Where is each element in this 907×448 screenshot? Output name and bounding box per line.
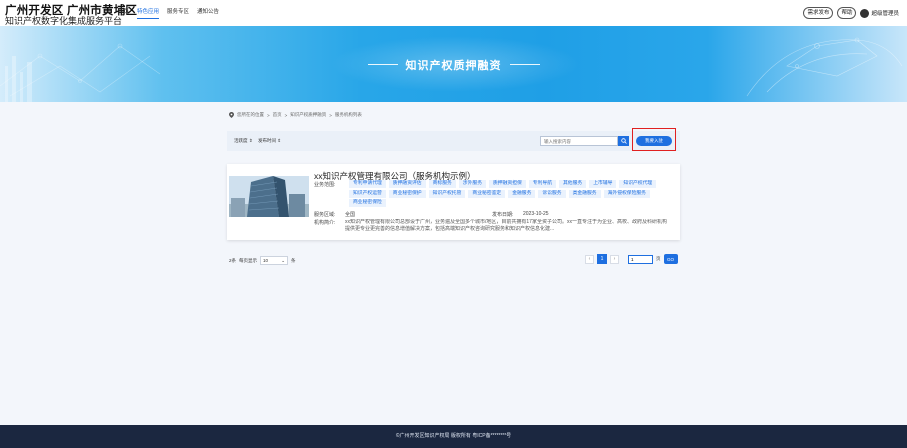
scope-tag[interactable]: 商业秘密保护: [388, 189, 426, 198]
business-scope-label: 业务范围:: [314, 182, 336, 188]
scope-tag[interactable]: 类金融服务: [568, 189, 601, 198]
filter-bar: 活跃度 ⇕ 发布时间 ⇕ 我要入驻: [227, 128, 680, 151]
scope-tag[interactable]: 专利导航: [528, 180, 556, 188]
demand-publish-button[interactable]: 需求发布: [803, 7, 834, 19]
chevron-down-icon: ⌄: [281, 257, 286, 263]
avatar: [860, 8, 870, 18]
service-org-card[interactable]: xx知识产权管理有限公司（服务机构示例） 业务范围: 专利申请代理 质押融资评估…: [227, 164, 680, 240]
scope-tag[interactable]: 商业秘密鉴定: [468, 189, 506, 198]
scope-tag[interactable]: 知识产权代理: [619, 180, 657, 188]
user-menu[interactable]: 超级管理员: [860, 8, 899, 18]
scope-tag[interactable]: 涉外服务: [458, 180, 486, 188]
nav-announcements[interactable]: 通知公告: [197, 7, 219, 19]
nav-service-zone[interactable]: 服务专区: [167, 7, 189, 19]
sort-by-activity[interactable]: 活跃度 ⇕: [234, 138, 253, 144]
banner-line-right: [510, 64, 540, 65]
page-banner: 知识产权质押融资: [0, 26, 907, 102]
scope-tag[interactable]: 诉讼服务: [538, 189, 566, 198]
breadcrumb-separator: >: [284, 112, 288, 118]
pagination-controls: ‹ 1 › 页 GO: [585, 254, 678, 264]
banner-title: 知识产权质押融资: [405, 60, 502, 72]
org-building-image: [229, 176, 309, 217]
per-page-unit: 条: [291, 257, 296, 263]
prev-page-icon[interactable]: ‹: [585, 254, 594, 264]
nav-featured-apps[interactable]: 特色应用: [137, 7, 160, 19]
scope-tag[interactable]: 专利申请代理: [349, 180, 386, 188]
per-page-label: 每页显示: [239, 257, 258, 263]
page-number-current[interactable]: 1: [597, 254, 607, 264]
publish-date-label: 发布日期:: [492, 212, 514, 218]
service-region-value: 全国: [345, 212, 356, 218]
scope-tag[interactable]: 金融服务: [508, 189, 536, 198]
nav-home[interactable]: 首页: [118, 7, 129, 19]
scope-tag[interactable]: 知识产权托管: [428, 189, 466, 198]
page-size-select[interactable]: 10 ⌄: [260, 256, 289, 265]
scope-tag[interactable]: 上市辅导: [589, 180, 617, 188]
scope-tag[interactable]: 海外侵权保险服务: [603, 189, 650, 198]
breadcrumb-current: 服务机构列表: [334, 112, 362, 117]
main-nav: 首页 特色应用 服务专区 通知公告: [118, 7, 219, 19]
service-region-label: 服务区域:: [314, 212, 336, 218]
publish-date-value: 2023-10-25: [523, 211, 549, 217]
scope-tag[interactable]: 知识产权运营: [349, 189, 386, 198]
breadcrumb-prefix: 您所在的位置: [237, 112, 264, 117]
go-button[interactable]: GO: [663, 254, 678, 264]
join-button[interactable]: 我要入驻: [636, 136, 672, 146]
org-intro-label: 机构简介:: [314, 220, 336, 226]
search-input[interactable]: [540, 136, 618, 146]
sort-by-publish-time[interactable]: 发布时间 ⇕: [258, 138, 281, 144]
total-count: 2条: [229, 257, 237, 263]
scope-tag[interactable]: 商标服务: [428, 180, 456, 188]
breadcrumb: 您所在的位置 > 首页 > 知识产权质押融资 > 服务机构列表: [229, 112, 362, 118]
scope-tag[interactable]: 质押融资评估: [388, 180, 426, 188]
next-page-icon[interactable]: ›: [610, 254, 619, 264]
scope-tag[interactable]: 商业秘密保险: [349, 199, 386, 207]
scope-tag[interactable]: 质押融资担保: [489, 180, 526, 188]
user-name: 超级管理员: [871, 11, 899, 17]
pagination-summary: 2条 每页显示 10 ⌄ 条: [229, 256, 296, 265]
breadcrumb-separator: >: [329, 112, 332, 118]
business-scope-tags: 专利申请代理 质押融资评估 商标服务 涉外服务 质押融资担保 专利导航 其他服务…: [349, 180, 669, 207]
top-header: 广州开发区 广州市黄埔区 知识产权数字化集成服务平台 首页 特色应用 服务专区 …: [0, 0, 907, 26]
footer: ©广州开发区知识产权局 版权所有 粤ICP备********号: [0, 425, 907, 448]
breadcrumb-module[interactable]: 知识产权质押融资: [290, 112, 326, 118]
location-pin-icon: [229, 112, 234, 118]
search-icon: [620, 138, 627, 144]
search-button[interactable]: [618, 136, 629, 146]
page-unit-label: 页: [656, 256, 661, 261]
org-intro-text: xx知识产权管理有限公司总部设于广州，业务遍及全国多个城市/地区，目前共拥有17…: [345, 219, 667, 232]
breadcrumb-separator: >: [267, 112, 270, 118]
page-size-value: 10: [263, 258, 269, 263]
help-button[interactable]: 帮助: [837, 7, 857, 19]
scope-tag[interactable]: 其他服务: [559, 180, 587, 188]
header-tools: 需求发布 帮助 超级管理员: [803, 7, 899, 19]
breadcrumb-home[interactable]: 首页: [273, 112, 282, 118]
footer-copyright: ©广州开发区知识产权局 版权所有 粤ICP备********号: [395, 433, 512, 439]
jump-page-input[interactable]: [628, 254, 653, 264]
